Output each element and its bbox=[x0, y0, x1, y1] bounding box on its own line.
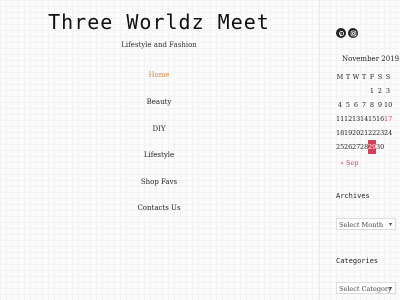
calendar-day bbox=[336, 84, 344, 98]
archives-select[interactable]: Select Month ▾ bbox=[336, 218, 396, 230]
calendar-day bbox=[384, 140, 392, 154]
calendar-day: 6 bbox=[353, 101, 359, 109]
calendar-weekday: S bbox=[385, 73, 391, 81]
archives-select-value: Select Month bbox=[339, 221, 384, 229]
nav-item-diy[interactable]: DIY bbox=[0, 125, 318, 133]
calendar-day: 24 bbox=[384, 129, 393, 137]
social-links bbox=[336, 28, 358, 38]
calendar-day: 15 bbox=[368, 115, 377, 123]
calendar-day bbox=[352, 84, 360, 98]
calendar-day: 10 bbox=[384, 101, 393, 109]
categories-select[interactable]: Select Category ▾ bbox=[336, 282, 396, 294]
calendar-day: 19 bbox=[344, 129, 353, 137]
calendar-day: 16 bbox=[376, 115, 385, 123]
calendar-weekday: T bbox=[345, 73, 351, 81]
calendar-day: 18 bbox=[336, 129, 345, 137]
calendar-day: 23 bbox=[376, 129, 385, 137]
calendar-day: 11 bbox=[336, 115, 345, 123]
calendar-weekday: M bbox=[336, 73, 344, 81]
calendar-day: 12 bbox=[344, 115, 353, 123]
calendar-day: 22 bbox=[368, 129, 377, 137]
nav-item-lifestyle[interactable]: Lifestyle bbox=[0, 151, 318, 159]
calendar-day: 25 bbox=[336, 143, 345, 151]
calendar-day: 2 bbox=[377, 87, 383, 95]
calendar-day: 28 bbox=[360, 143, 369, 151]
calendar-grid: M T W T F S S 1 2 3 4 5 6 7 8 9 10 11 12… bbox=[336, 70, 392, 154]
calendar-day: 21 bbox=[360, 129, 369, 137]
calendar-day-today[interactable]: 29 bbox=[368, 140, 376, 154]
calendar-day: 30 bbox=[376, 143, 385, 151]
calendar-day-link[interactable]: 17 bbox=[384, 112, 392, 126]
calendar-day bbox=[360, 84, 368, 98]
nav-item-beauty[interactable]: Beauty bbox=[0, 98, 318, 106]
calendar-day: 1 bbox=[369, 87, 375, 95]
chevron-down-icon: ▾ bbox=[388, 285, 392, 292]
calendar-day bbox=[344, 84, 352, 98]
nav-item-contacts-us[interactable]: Contacts Us bbox=[0, 204, 318, 212]
calendar-day: 8 bbox=[369, 101, 375, 109]
nav-item-home[interactable]: Home bbox=[0, 71, 318, 79]
calendar-weekday: T bbox=[361, 73, 367, 81]
sidebar: November 2019 M T W T F S S 1 2 3 4 5 6 … bbox=[320, 0, 400, 300]
calendar-day: 27 bbox=[352, 143, 361, 151]
archives-widget-title: Archives bbox=[336, 192, 370, 200]
site-title[interactable]: Three Worldz Meet bbox=[0, 10, 318, 34]
site-tagline: Lifestyle and Fashion bbox=[121, 41, 197, 49]
instagram-icon[interactable] bbox=[348, 28, 358, 38]
calendar-day: 26 bbox=[344, 143, 353, 151]
calendar-prev-month-link[interactable]: « Sep bbox=[340, 159, 359, 167]
calendar-month: November 2019 bbox=[342, 55, 400, 63]
main-content: Three Worldz Meet Lifestyle and Fashion … bbox=[0, 0, 318, 300]
nav-item-shop-favs[interactable]: Shop Favs bbox=[0, 178, 318, 186]
calendar-day: 5 bbox=[345, 101, 351, 109]
calendar-day: 4 bbox=[337, 101, 343, 109]
categories-select-value: Select Category bbox=[339, 285, 392, 293]
pinterest-icon[interactable] bbox=[336, 28, 346, 38]
calendar-weekday: S bbox=[377, 73, 383, 81]
calendar-day: 13 bbox=[352, 115, 361, 123]
calendar-day: 9 bbox=[377, 101, 383, 109]
calendar-day: 20 bbox=[352, 129, 361, 137]
chevron-down-icon: ▾ bbox=[388, 221, 392, 228]
calendar-day: 7 bbox=[361, 101, 367, 109]
calendar-weekday: W bbox=[352, 73, 360, 81]
calendar-weekday: F bbox=[369, 73, 375, 81]
calendar-day: 3 bbox=[385, 87, 391, 95]
calendar-day: 14 bbox=[360, 115, 369, 123]
categories-widget-title: Categories bbox=[336, 257, 379, 265]
